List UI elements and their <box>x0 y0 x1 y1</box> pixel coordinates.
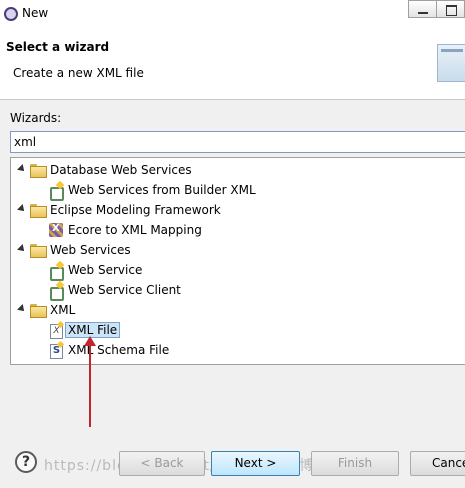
wizard-banner: Select a wizard Create a new XML file <box>0 28 465 100</box>
folder-icon <box>30 203 47 218</box>
tree-group-database-web-services[interactable]: Database Web Services <box>17 160 192 180</box>
wizard-filter-input[interactable] <box>10 131 465 153</box>
cancel-button[interactable]: Cance <box>410 451 465 476</box>
title-bar: New <box>0 0 465 28</box>
expand-chevron-icon[interactable] <box>17 305 27 315</box>
expand-chevron-icon[interactable] <box>17 245 27 255</box>
tree-item-label: Web Service <box>68 263 143 277</box>
expand-chevron-icon[interactable] <box>17 205 27 215</box>
tree-group-web-services[interactable]: Web Services <box>17 240 131 260</box>
banner-description: Create a new XML file <box>13 66 144 80</box>
tree-group-xml[interactable]: XML <box>17 300 75 320</box>
tree-item-label: Web Service Client <box>68 283 181 297</box>
eclipse-icon <box>4 7 18 21</box>
finish-button[interactable]: Finish <box>311 451 399 476</box>
tree-item-ecore-to-xml-mapping[interactable]: Ecore to XML Mapping <box>48 220 202 240</box>
web-service-wizard-icon <box>48 182 64 201</box>
tree-item-label: Web Services from Builder XML <box>68 183 256 197</box>
wizards-label: Wizards: <box>10 111 62 125</box>
tree-group-label: Eclipse Modeling Framework <box>50 203 221 217</box>
folder-icon <box>30 303 47 318</box>
tree-item-xml-schema-file[interactable]: XML Schema File <box>48 340 169 360</box>
window-title: New <box>22 6 49 20</box>
tree-group-label: Web Services <box>50 243 131 257</box>
web-service-client-icon <box>48 282 64 301</box>
tree-group-label: XML <box>50 303 76 317</box>
back-button[interactable]: < Back <box>119 451 205 476</box>
maximize-button[interactable] <box>436 0 465 18</box>
tree-item-web-services-from-builder-xml[interactable]: Web Services from Builder XML <box>48 180 256 201</box>
help-icon[interactable]: ? <box>15 451 37 473</box>
wizard-tree[interactable]: Database Web Services Web Services from … <box>10 157 465 365</box>
tree-item-label: Ecore to XML Mapping <box>68 223 202 237</box>
tree-item-web-service-client[interactable]: Web Service Client <box>48 280 181 301</box>
tree-group-label: Database Web Services <box>50 163 192 177</box>
annotation-arrow-line <box>89 342 91 427</box>
banner-title: Select a wizard <box>6 40 110 54</box>
ecore-mapping-icon <box>48 222 64 238</box>
next-button[interactable]: Next > <box>211 451 300 476</box>
folder-icon <box>30 243 47 258</box>
tree-group-eclipse-modeling-framework[interactable]: Eclipse Modeling Framework <box>17 200 221 220</box>
minimize-button[interactable] <box>408 0 436 18</box>
xml-schema-file-icon <box>48 342 64 359</box>
wizard-banner-icon <box>437 44 465 82</box>
folder-icon <box>30 163 47 178</box>
new-wizard-dialog: New Select a wizard Create a new XML fil… <box>0 0 465 488</box>
web-service-wizard-icon <box>48 262 64 281</box>
expand-chevron-icon[interactable] <box>17 165 27 175</box>
xml-file-icon <box>48 322 64 339</box>
tree-item-web-service[interactable]: Web Service <box>48 260 143 281</box>
